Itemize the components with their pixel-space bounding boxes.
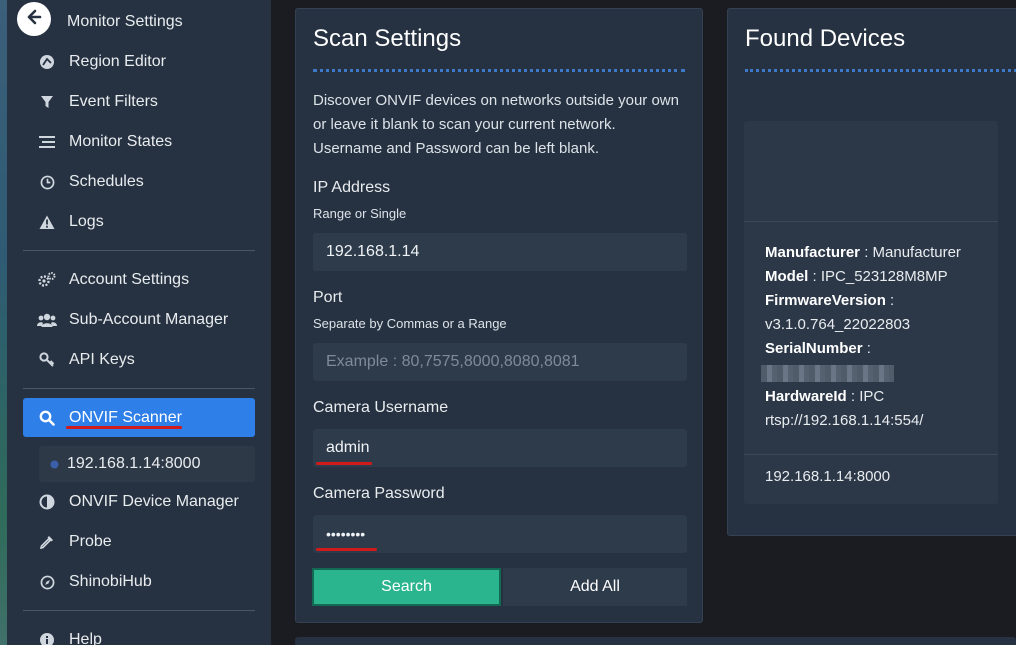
device-info: Manufacturer : Manufacturer Model : IPC_… — [761, 241, 990, 433]
title-divider — [313, 69, 685, 72]
sidebar-divider — [23, 388, 255, 389]
next-panel — [295, 637, 1016, 645]
port-input[interactable]: Example : 80,7575,8000,8080,8081 — [313, 343, 687, 381]
username-label: Camera Username — [313, 399, 449, 416]
sidebar-item-label: Monitor States — [69, 133, 173, 150]
sidebar-item-found-device[interactable]: 192.168.1.14:8000 — [39, 446, 255, 482]
users-icon — [37, 311, 57, 329]
sidebar-item-label: Monitor Settings — [67, 13, 183, 30]
redacted-serial — [761, 364, 894, 382]
serial-row: SerialNumber : — [761, 337, 990, 385]
annotation-underline — [316, 548, 377, 551]
ip-address-input[interactable]: 192.168.1.14 — [313, 233, 687, 271]
sidebar-item-shinobihub[interactable]: ShinobiHub — [23, 564, 255, 600]
sidebar-item-label: Sub-Account Manager — [69, 311, 229, 328]
sidebar-item-label: API Keys — [69, 351, 135, 368]
search-icon — [37, 409, 57, 427]
sidebar-item-help[interactable]: Help — [23, 622, 255, 645]
region-icon — [37, 53, 57, 71]
sidebar-item-label: Event Filters — [69, 93, 158, 110]
firmware-row: FirmwareVersion : v3.1.0.764_22022803 — [765, 292, 911, 333]
password-label: Camera Password — [313, 485, 445, 502]
sidebar: Monitor Settings Region Editor Event Fil… — [7, 0, 271, 645]
compass-icon — [37, 573, 57, 591]
desktop-edge — [0, 0, 7, 645]
title-divider — [745, 69, 1016, 72]
card-divider — [744, 221, 998, 222]
manufacturer-row: Manufacturer : Manufacturer — [765, 244, 961, 261]
sidebar-item-label: Logs — [69, 213, 104, 230]
sidebar-divider — [23, 610, 255, 611]
key-icon — [37, 351, 57, 369]
filter-icon — [37, 93, 57, 111]
sidebar-item-event-filters[interactable]: Event Filters — [23, 84, 255, 120]
card-divider — [744, 454, 998, 455]
sidebar-item-label: Probe — [69, 533, 112, 550]
ip-label: IP Address — [313, 179, 391, 196]
sidebar-item-monitor-states[interactable]: Monitor States — [23, 124, 255, 160]
cogs-icon — [37, 271, 57, 289]
sidebar-item-label: Region Editor — [69, 53, 166, 70]
sidebar-item-logs[interactable]: Logs — [23, 204, 255, 240]
sidebar-divider — [23, 250, 255, 251]
model-row: Model : IPC_523128M8MP — [765, 268, 948, 285]
sidebar-item-sub-account-manager[interactable]: Sub-Account Manager — [23, 302, 255, 338]
annotation-underline — [66, 426, 182, 429]
half-circle-icon — [37, 493, 57, 511]
search-button[interactable]: Search — [312, 568, 501, 606]
ip-hint: Range or Single — [313, 206, 407, 221]
sidebar-item-label: Schedules — [69, 173, 144, 190]
arrow-left-icon — [26, 9, 42, 30]
list-icon — [37, 133, 57, 151]
scan-settings-title: Scan Settings — [313, 25, 462, 52]
scan-description: Discover ONVIF devices on networks outsi… — [313, 92, 679, 157]
sidebar-item-onvif-scanner[interactable]: ONVIF Scanner — [23, 398, 255, 437]
dot-icon — [47, 455, 61, 473]
scan-settings-card: Scan Settings Discover ONVIF devices on … — [295, 8, 703, 623]
sidebar-item-account-settings[interactable]: Account Settings — [23, 262, 255, 298]
sidebar-item-label: Help — [69, 631, 102, 645]
sidebar-item-label: ShinobiHub — [69, 573, 152, 590]
device-address: 192.168.1.14:8000 — [765, 468, 891, 485]
sidebar-item-onvif-device-manager[interactable]: ONVIF Device Manager — [23, 484, 255, 520]
sidebar-item-probe[interactable]: Probe — [23, 524, 255, 560]
sidebar-item-label: 192.168.1.14:8000 — [67, 455, 201, 472]
sidebar-item-region-editor[interactable]: Region Editor — [23, 44, 255, 80]
found-devices-card: Found Devices Manufacturer : Manufacture… — [727, 8, 1016, 536]
port-hint: Separate by Commas or a Range — [313, 316, 507, 331]
eyedropper-icon — [37, 533, 57, 551]
port-label: Port — [313, 289, 343, 306]
sidebar-item-schedules[interactable]: Schedules — [23, 164, 255, 200]
annotation-underline — [316, 462, 372, 465]
found-devices-title: Found Devices — [745, 25, 906, 52]
sidebar-item-label: Account Settings — [69, 271, 190, 288]
sidebar-item-api-keys[interactable]: API Keys — [23, 342, 255, 378]
add-all-button[interactable]: Add All — [503, 568, 687, 606]
device-card[interactable]: Manufacturer : Manufacturer Model : IPC_… — [744, 121, 998, 504]
clock-icon — [37, 173, 57, 191]
info-icon — [37, 631, 57, 645]
sidebar-item-monitor-settings[interactable]: Monitor Settings — [53, 4, 253, 40]
sidebar-item-label: ONVIF Scanner — [69, 408, 182, 426]
hardware-row: HardwareId : IPC rtsp://192.168.1.14:554… — [765, 388, 924, 429]
warning-icon — [37, 213, 57, 231]
sidebar-item-label: ONVIF Device Manager — [69, 493, 239, 510]
back-button[interactable] — [17, 2, 51, 36]
